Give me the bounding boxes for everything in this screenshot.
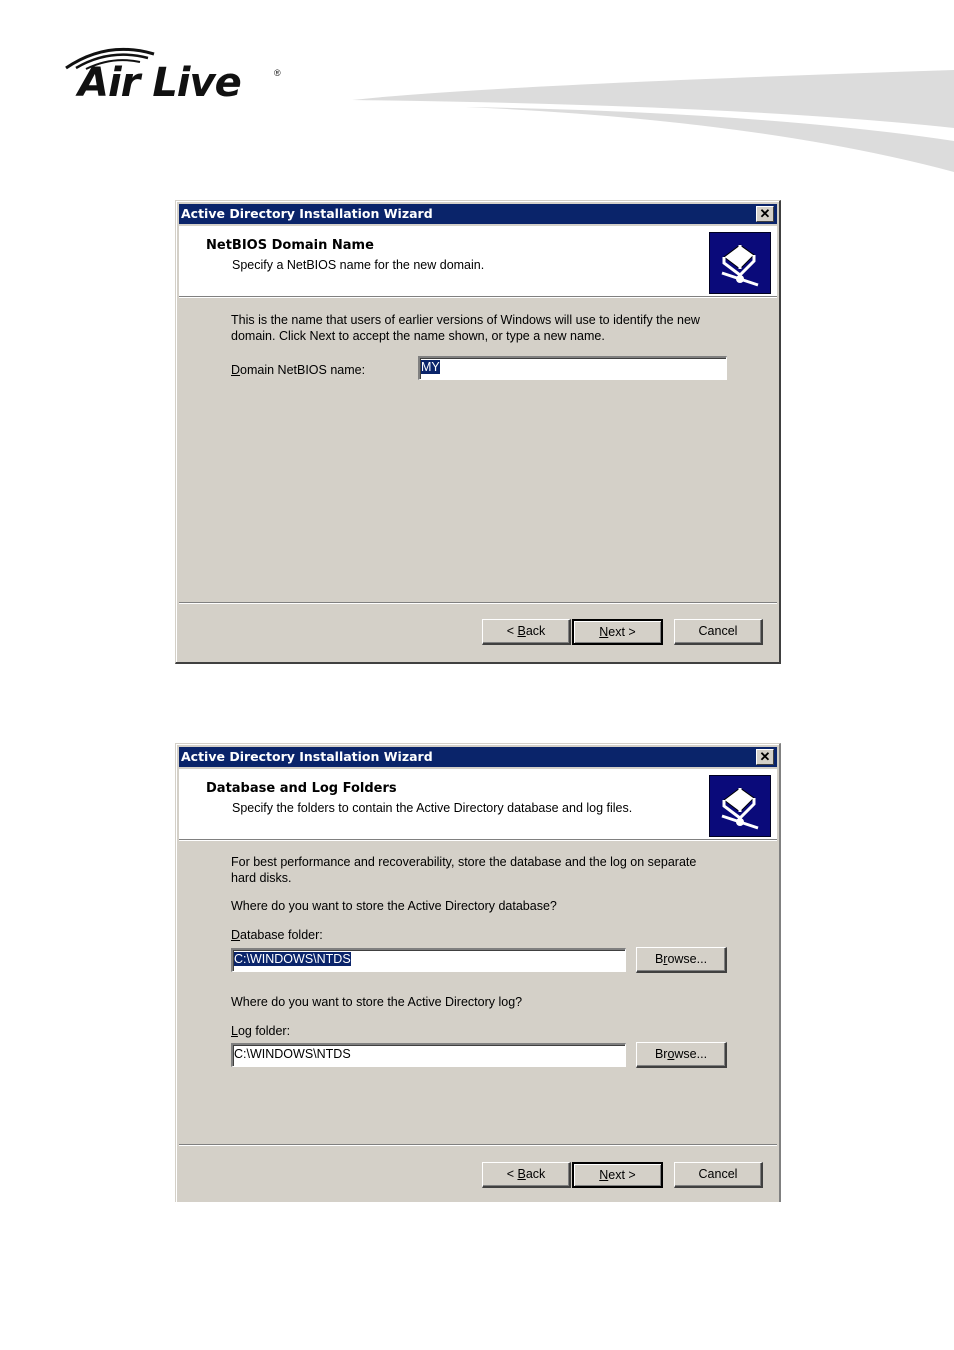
- page-subtitle: Specify the folders to contain the Activ…: [232, 801, 633, 815]
- brand-name: Air Live: [78, 60, 242, 106]
- selected-text: C:\WINDOWS\NTDS: [234, 952, 351, 966]
- separator: [179, 602, 777, 604]
- database-browse-button[interactable]: Browse...: [636, 947, 727, 973]
- close-button[interactable]: ✕: [756, 749, 774, 765]
- back-button[interactable]: < Back: [482, 1162, 571, 1188]
- window-title: Active Directory Installation Wizard: [181, 749, 433, 764]
- directory-book-icon: [709, 775, 771, 837]
- back-button[interactable]: < Back: [482, 619, 571, 645]
- log-folder-label: Log folder:: [231, 1024, 291, 1038]
- registered-mark: ®: [274, 68, 281, 78]
- description-line: This is the name that users of earlier v…: [231, 313, 700, 327]
- close-icon: ✕: [759, 206, 771, 221]
- page-subtitle: Specify a NetBIOS name for the new domai…: [232, 258, 485, 272]
- database-folder-input[interactable]: C:\WINDOWS\NTDS: [231, 948, 626, 972]
- selected-text: MY: [421, 360, 440, 374]
- wizard-header: NetBIOS Domain Name Specify a NetBIOS na…: [179, 226, 777, 297]
- description-line: domain. Click Next to accept the name sh…: [231, 329, 605, 343]
- directory-book-icon: [709, 232, 771, 294]
- close-icon: ✕: [759, 749, 771, 764]
- window-title: Active Directory Installation Wizard: [181, 206, 433, 221]
- next-button[interactable]: Next >: [572, 1162, 663, 1188]
- next-button[interactable]: Next >: [572, 619, 663, 645]
- close-button[interactable]: ✕: [756, 206, 774, 222]
- wizard-header: Database and Log Folders Specify the fol…: [179, 769, 777, 840]
- domain-netbios-label: Domain NetBIOS name:: [231, 363, 366, 377]
- log-question: Where do you want to store the Active Di…: [231, 995, 523, 1009]
- page-title: Database and Log Folders: [206, 781, 397, 796]
- cancel-button[interactable]: Cancel: [674, 619, 763, 645]
- netbios-wizard-dialog: Active Directory Installation Wizard ✕ N…: [175, 200, 781, 664]
- description-line: hard disks.: [231, 871, 292, 885]
- title-bar: Active Directory Installation Wizard ✕: [179, 204, 777, 224]
- description-line: For best performance and recoverability,…: [231, 855, 697, 869]
- header-swoosh-decoration: [352, 70, 954, 172]
- page-title: NetBIOS Domain Name: [206, 238, 374, 253]
- database-question: Where do you want to store the Active Di…: [231, 899, 557, 913]
- database-folder-label: Database folder:: [231, 928, 323, 942]
- domain-netbios-name-input[interactable]: MY: [418, 356, 727, 380]
- description: For best performance and recoverability,…: [231, 854, 739, 886]
- separator: [179, 1144, 777, 1146]
- cancel-button[interactable]: Cancel: [674, 1162, 763, 1188]
- log-folder-input[interactable]: C:\WINDOWS\NTDS: [231, 1043, 626, 1067]
- airlive-logo: Air Live ®: [62, 42, 292, 106]
- log-browse-button[interactable]: Browse...: [636, 1042, 727, 1068]
- database-log-folders-dialog: Active Directory Installation Wizard ✕ D…: [175, 743, 781, 1202]
- description: This is the name that users of earlier v…: [231, 312, 739, 344]
- title-bar: Active Directory Installation Wizard ✕: [179, 747, 777, 767]
